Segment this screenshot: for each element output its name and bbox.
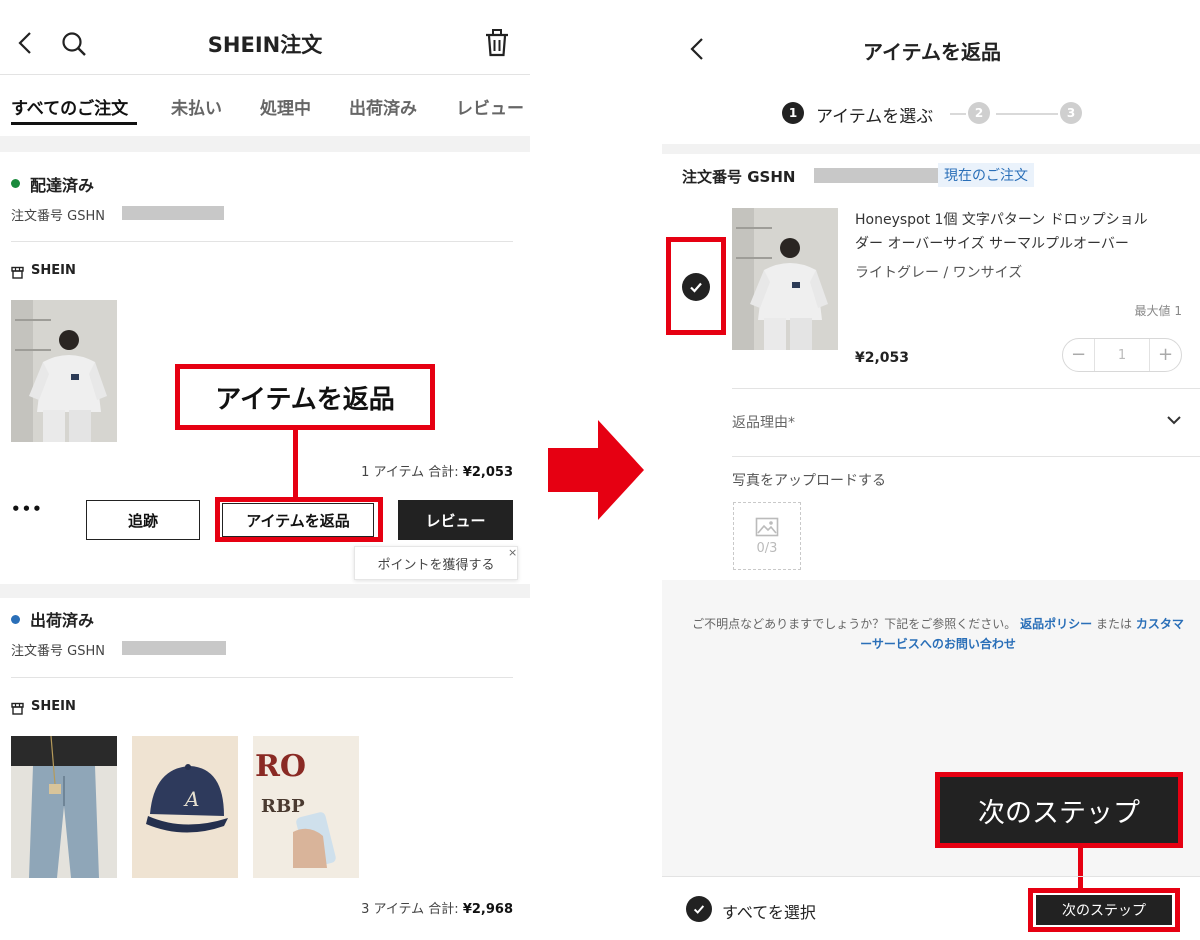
- item-count-total-label: 3 アイテム 合計:: [361, 902, 459, 917]
- product-price: ¥2,053: [855, 350, 910, 366]
- select-all-label[interactable]: すべてを選択: [722, 899, 816, 923]
- callout-return-item: アイテムを返品: [180, 369, 430, 425]
- close-icon[interactable]: ×: [508, 546, 517, 559]
- redacted-order-id: [122, 641, 226, 655]
- quantity-value[interactable]: 1: [1095, 348, 1149, 363]
- section-gap: [662, 144, 1200, 154]
- item-count-total-label: 1 アイテム 合計:: [361, 465, 459, 480]
- checkmark-icon: [693, 905, 705, 914]
- upload-photo-button[interactable]: 0/3: [733, 502, 801, 570]
- order-number: 注文番号 GSHN: [11, 209, 105, 224]
- status-dot-delivered: [11, 179, 20, 188]
- highlight-box-checkbox: [666, 237, 726, 335]
- tab-active-underline: [11, 122, 137, 125]
- tab-shipped[interactable]: 出荷済み: [349, 94, 417, 119]
- back-icon[interactable]: [14, 30, 38, 56]
- order-number: 注文番号 GSHN: [11, 644, 105, 659]
- callout-connector: [293, 428, 298, 498]
- chevron-down-icon[interactable]: [1164, 410, 1184, 430]
- svg-text:RBP: RBP: [261, 796, 305, 817]
- upload-photo-label: 写真をアップロードする: [732, 473, 886, 489]
- help-description: ご不明点などありますでしょうか？下記をご参照ください。: [692, 617, 1017, 631]
- store-icon: [11, 264, 24, 279]
- svg-text:RO: RO: [255, 749, 306, 784]
- max-quantity-label: 最大値 1: [1134, 304, 1182, 318]
- store-icon: [11, 700, 24, 715]
- order-status: 出荷済み: [30, 611, 95, 630]
- back-icon[interactable]: [686, 36, 710, 62]
- product-image-tshirt[interactable]: RO RBP: [253, 736, 359, 878]
- status-dot-shipped: [11, 615, 20, 624]
- more-options-icon[interactable]: •••: [11, 500, 43, 518]
- trash-icon[interactable]: [484, 28, 510, 58]
- tab-review[interactable]: レビュー: [456, 94, 524, 119]
- order-number: 注文番号 GSHN: [682, 168, 796, 186]
- help-text: ご不明点などありますでしょうか？下記をご参照ください。 返品ポリシー または カ…: [688, 614, 1188, 654]
- upload-count: 0/3: [756, 540, 778, 556]
- section-gap: [0, 584, 530, 598]
- step-2-indicator: 2: [968, 102, 990, 124]
- callout-next-step: 次のステップ: [940, 777, 1178, 843]
- page-title: SHEIN注文: [207, 33, 323, 57]
- tab-processing[interactable]: 処理中: [260, 94, 311, 119]
- divider: [732, 456, 1200, 457]
- product-image-sweatshirt[interactable]: [11, 300, 117, 442]
- track-button[interactable]: 追跡: [86, 500, 200, 540]
- transition-arrow-icon: [548, 420, 644, 520]
- redacted-order-id: [122, 206, 224, 220]
- order-total: ¥2,968: [462, 902, 513, 917]
- return-reason-label[interactable]: 返品理由*: [732, 412, 795, 432]
- order-summary: 3 アイテム 合計: ¥2,968: [260, 898, 513, 917]
- return-policy-link[interactable]: 返品ポリシー: [1020, 617, 1092, 631]
- header-divider: [0, 74, 530, 75]
- product-name-line-1: Honeyspot 1個 文字パターン ドロップショル: [855, 212, 1148, 228]
- svg-text:A: A: [183, 787, 199, 811]
- product-image-cap[interactable]: A: [132, 736, 238, 878]
- product-image-jeans[interactable]: [11, 736, 117, 878]
- order-status: 配達済み: [30, 176, 95, 195]
- order-total: ¥2,053: [462, 465, 513, 480]
- quantity-stepper[interactable]: − 1 +: [1062, 338, 1182, 372]
- step-1-label: アイテムを選ぶ: [816, 107, 934, 127]
- current-order-badge: 現在のご注文: [938, 163, 1034, 187]
- shop-name: SHEIN: [31, 699, 76, 714]
- help-or: または: [1095, 617, 1132, 631]
- callout-connector: [1078, 846, 1083, 890]
- redacted-order-id: [814, 168, 938, 183]
- divider: [732, 388, 1200, 389]
- orders-screen: SHEIN注文 すべてのご注文 未払い 処理中 出荷済み レビュー 配達済み 注…: [0, 0, 530, 940]
- next-step-button[interactable]: 次のステップ: [1036, 895, 1172, 925]
- page-title: アイテムを返品: [863, 40, 1001, 64]
- section-gap: [0, 136, 530, 152]
- product-name-line-2: ダー オーバーサイズ サーマルプルオーバー: [855, 236, 1129, 252]
- return-item-screen: アイテムを返品 1 アイテムを選ぶ 2 3 注文番号 GSHN 現在のご注文 H…: [662, 0, 1200, 940]
- product-variant: ライトグレー / ワンサイズ: [855, 265, 1023, 281]
- tab-all-orders[interactable]: すべてのご注文: [11, 94, 128, 119]
- points-tooltip: ポイントを獲得する: [354, 546, 518, 580]
- footer-divider: [662, 876, 1200, 877]
- tab-unpaid[interactable]: 未払い: [171, 94, 222, 119]
- increase-quantity-button[interactable]: +: [1149, 339, 1181, 371]
- decrease-quantity-button[interactable]: −: [1063, 339, 1095, 371]
- highlight-box-return-button: [215, 497, 383, 542]
- shop-name: SHEIN: [31, 263, 76, 278]
- product-name: Honeyspot 1個 文字パターン ドロップショル ダー オーバーサイズ サ…: [855, 208, 1195, 256]
- divider: [11, 241, 513, 242]
- step-3-indicator: 3: [1060, 102, 1082, 124]
- stepper-line: [996, 113, 1058, 115]
- select-all-checkbox[interactable]: [686, 896, 712, 922]
- divider: [11, 677, 513, 678]
- search-icon[interactable]: [60, 30, 88, 58]
- tooltip-text: ポイントを獲得する: [377, 557, 495, 573]
- stepper-line: [950, 113, 966, 115]
- product-image-sweatshirt: [732, 208, 838, 350]
- step-1-indicator: 1: [782, 102, 804, 124]
- review-button[interactable]: レビュー: [398, 500, 513, 540]
- image-icon: [755, 517, 779, 536]
